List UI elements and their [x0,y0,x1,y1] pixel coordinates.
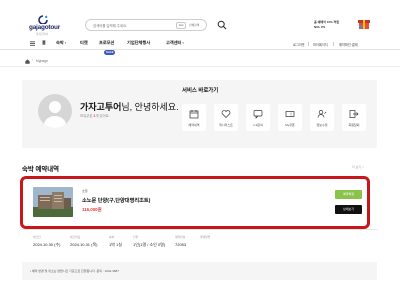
promo-text-line1: 홀 예배석 10% 적립 [314,20,340,24]
meta-value: 1박 1실 [109,242,122,247]
nav-item-home[interactable]: 홈 [42,40,46,46]
breadcrumb-current: Mypage [36,59,49,63]
profile-panel: 가자고투어님, 안녕하세요. 보유쿠폰 1개 있어요. 서비스 바로가기 예약내… [22,80,377,148]
guests-info: 인원 1인(1명 / 소인 0명) [133,235,165,248]
util-divider [333,42,334,46]
reservations-title: 숙박 예약내역 [22,166,60,173]
service-withdraw[interactable]: 회원탈퇴 [342,104,366,131]
card-divider [22,229,377,230]
coupon-summary[interactable]: 보유쿠폰 1개 있어요. [80,113,110,118]
service-label: 회원탈퇴 [348,123,360,127]
nav-item-stay-label: 숙박 [56,40,64,45]
search-bar[interactable]: Hot 전체검색 [85,19,207,31]
meta-label: 숙박 [109,235,115,239]
logo-text: gajagotour [29,24,61,31]
greeting-text: 님, 안녕하세요. [121,102,179,112]
service-label: My쿠폰 [285,123,295,127]
search-input[interactable] [93,21,157,30]
heart-icon [221,110,231,118]
meta-value: 72053 [175,242,187,247]
service-label: 1:1문의 [253,123,263,127]
reservation-number-info: 예약번호 72053 [175,235,186,247]
nav-item-customer-center[interactable]: 고객센터▾ [166,40,184,46]
menu-icon[interactable] [30,41,35,46]
logout-link[interactable]: 로그아웃 [293,42,305,47]
meta-label: 결제방법 [200,235,211,239]
chat-icon [253,110,263,119]
nav-item-customer-center-label: 고객센터 [166,40,182,45]
user-name: 가자고투어 [80,102,122,112]
checkout-info: 체크아웃 2024.10.31 (목) [70,235,97,248]
meta-label: 인원 [133,235,139,239]
home-icon[interactable] [25,59,30,64]
meta-value: 2024.10.31 (목) [70,242,98,247]
greeting: 가자고투어님, 안녕하세요. [80,100,179,113]
logo-mark-icon [38,15,48,24]
service-label: 위시리스트 [219,123,233,127]
search-icon[interactable] [217,20,227,30]
service-edit-profile[interactable]: 정보수정 [310,104,334,131]
meta-value: 2024.10.30 (수) [33,242,61,247]
promo-text-line2: NOL PS [314,25,326,29]
promo-banner[interactable]: 홀 예배석 10% 적립 NOL PS [314,18,370,32]
notice-text: • 예약 변경 및 취소는 영업시간 기준으로 진행됩니다. 문의 : 1644… [30,269,119,273]
breadcrumb: › Mypage [0,57,400,67]
payment-method-info: 결제방법 [200,235,210,242]
meta-value: 1인(1명 / 소인 0명) [133,242,166,247]
reservations-more-link[interactable]: 더 보기 > [352,165,364,169]
nights-info: 숙박 1박 1실 [109,235,122,248]
coupon-icon [285,111,295,117]
sale-badge: SALE [104,50,116,55]
main-nav: 홈 숙박▾ 티켓 프로모션 기업단체행사 고객센터▾ SALE 로그아웃 마이페… [0,38,400,55]
util-divider [308,42,309,46]
chevron-down-icon: ▾ [64,41,67,45]
nav-item-corporate-events[interactable]: 기업단체행사 [127,40,150,46]
chevron-down-icon: ▾ [182,41,184,45]
calendar-icon [189,110,199,119]
user-avatar-icon [44,101,66,128]
logo-subtext: 가자고투어 [36,33,48,36]
highlight-box [20,176,370,229]
nav-item-stay[interactable]: 숙박▾ [56,40,66,46]
service-wishlist[interactable]: 위시리스트 [214,104,238,131]
mypage-link[interactable]: 마이페이지 [313,42,328,47]
notice-box: • 예약 변경 및 취소는 영업시간 기준으로 진행됩니다. 문의 : 1644… [22,262,377,280]
breadcrumb-separator: › [32,58,34,62]
checkin-info: 체크인 2024.10.30 (수) [33,235,60,248]
avatar [38,94,72,128]
user-edit-icon [317,110,327,118]
services-title: 서비스 바로가기 [182,88,219,94]
service-reservations[interactable]: 예약내역 [182,104,206,131]
search-hot-tag: Hot [176,22,187,29]
meta-label: 예약번호 [175,235,186,239]
search-scope-label[interactable]: 전체검색 [189,23,199,27]
service-label: 정보수정 [316,123,328,127]
meta-label: 체크인 [33,235,41,239]
meta-label: 체크아웃 [70,235,81,239]
nav-item-promotion[interactable]: 프로모션 [99,40,114,46]
nav-item-ticket[interactable]: 티켓 [80,40,88,46]
promo-gift-icon [358,20,370,29]
site-logo[interactable]: gajagotour 가자고투어 [29,15,69,37]
coupon-suffix: 개 있어요. [95,114,110,118]
exit-icon [349,110,359,118]
service-inquiry[interactable]: 1:1문의 [246,104,270,131]
site-header: gajagotour 가자고투어 Hot 전체검색 홀 예배석 10% 적립 N… [0,0,400,55]
service-label: 예약내역 [188,123,200,127]
service-coupons[interactable]: My쿠폰 [278,104,302,131]
reservation-check-link[interactable]: 예약확인·결제 [339,42,358,47]
coupon-prefix: 보유쿠폰 [80,114,94,118]
